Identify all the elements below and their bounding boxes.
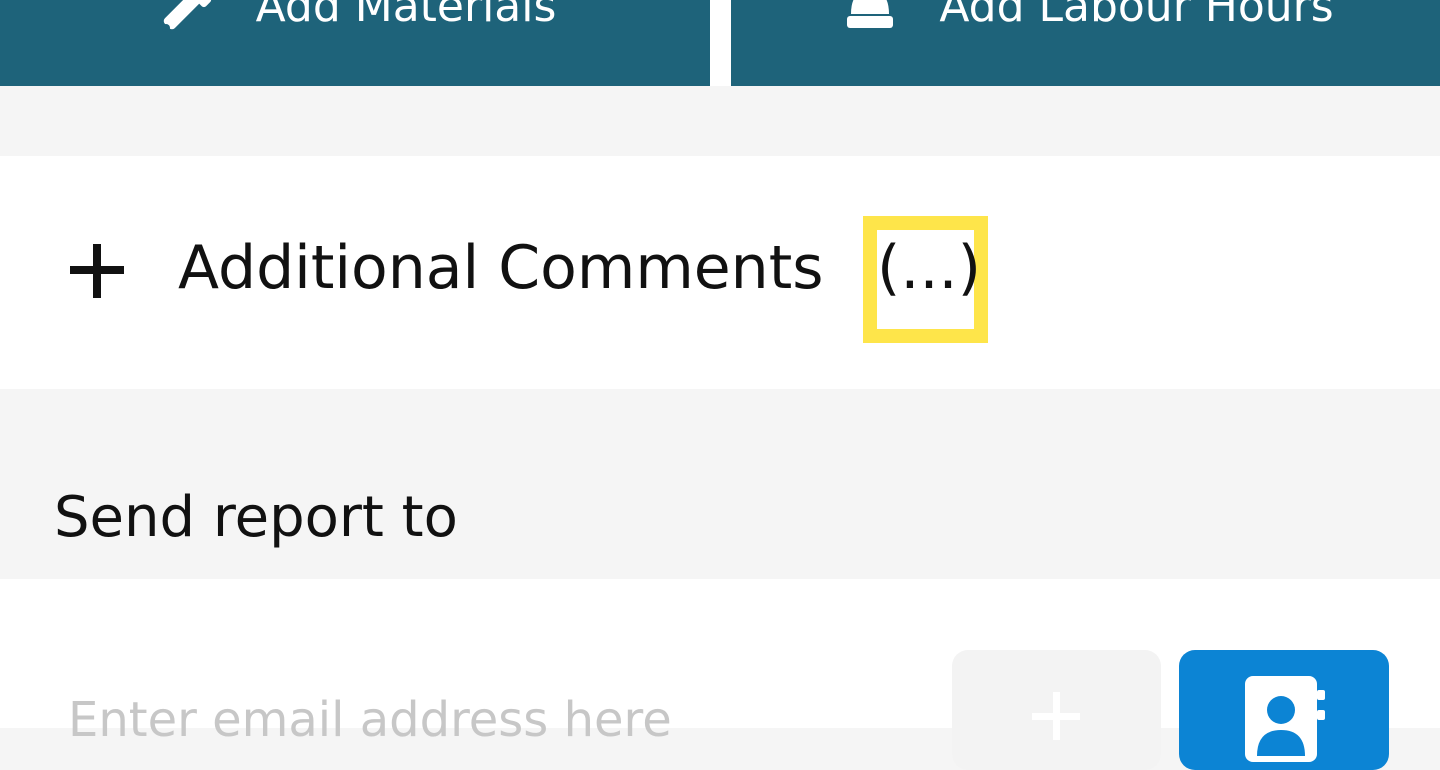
comments-ellipsis[interactable]: (...) [877,238,981,298]
add-labour-hours-button[interactable]: Add Labour Hours [731,0,1440,86]
add-materials-label: Add Materials [255,0,557,32]
plus-icon[interactable] [66,240,128,302]
contacts-button[interactable] [1179,650,1389,770]
send-report-section [0,389,1440,579]
tools-icon [154,0,220,40]
hard-hat-icon [837,0,903,40]
section-divider [0,86,1440,156]
contact-book-icon [1245,676,1325,762]
email-input[interactable] [40,680,920,760]
additional-comments-title[interactable]: Additional Comments [178,238,824,298]
add-labour-hours-label: Add Labour Hours [939,0,1334,32]
add-materials-button[interactable]: Add Materials [0,0,710,86]
send-report-label: Send report to [54,485,458,550]
add-email-button[interactable] [952,650,1161,770]
